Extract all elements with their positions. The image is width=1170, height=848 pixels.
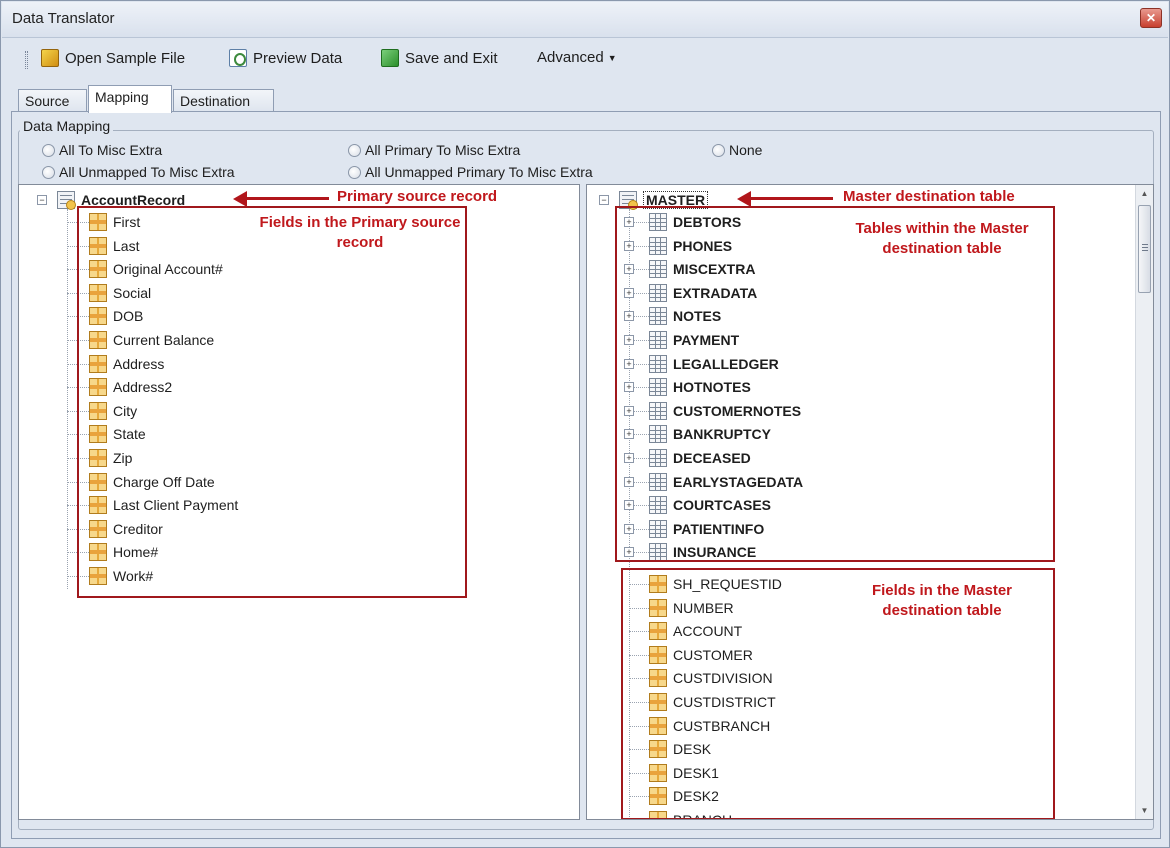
annotation-tables-within: Tables within the Master destination tab… xyxy=(855,220,1029,257)
radio-all-to-misc-extra[interactable]: All To Misc Extra xyxy=(42,142,162,158)
grip-icon xyxy=(1142,244,1148,245)
window-title: Data Translator xyxy=(12,10,115,27)
tab-destination-label: Destination xyxy=(180,93,251,109)
radio-label: All Unmapped To Misc Extra xyxy=(59,164,235,180)
radio-icon xyxy=(348,165,361,179)
close-icon: ✕ xyxy=(1145,11,1157,25)
close-button[interactable]: ✕ xyxy=(1140,8,1162,28)
preview-icon xyxy=(229,49,247,67)
source-fields-highlight xyxy=(77,206,467,598)
annotation-fields-primary: Fields in the Primary source record xyxy=(259,214,461,251)
tables-highlight xyxy=(615,206,1055,562)
save-and-exit-label: Save and Exit xyxy=(405,49,498,67)
record-icon xyxy=(57,191,76,210)
preview-data-label: Preview Data xyxy=(253,49,343,67)
radio-icon xyxy=(712,143,725,157)
collapse-icon[interactable]: − xyxy=(599,195,609,205)
arrow-line xyxy=(749,197,833,200)
arrow-line xyxy=(245,197,329,200)
radio-all-unmapped-to-misc-extra[interactable]: All Unmapped To Misc Extra xyxy=(42,164,235,180)
radio-label: All Unmapped Primary To Misc Extra xyxy=(365,164,593,180)
advanced-label: Advanced xyxy=(537,49,604,66)
title-bar: Data Translator ✕ xyxy=(2,2,1168,38)
destination-tree-pane[interactable]: − MASTER + DEBTORS + PHONES + MISCEXTRA + EXTRA… xyxy=(586,184,1154,820)
save-exit-icon xyxy=(381,49,399,67)
toolbar: Open Sample File Preview Data Save and E… xyxy=(11,45,1159,75)
save-and-exit-button[interactable]: Save and Exit xyxy=(381,49,498,67)
advanced-dropdown[interactable]: Advanced ▼ xyxy=(537,49,617,66)
tab-mapping-label: Mapping xyxy=(95,89,149,105)
scroll-up-arrow-icon[interactable]: ▲ xyxy=(1136,185,1153,202)
tab-mapping[interactable]: Mapping xyxy=(88,85,172,113)
scrollbar-thumb[interactable] xyxy=(1138,205,1151,293)
radio-icon xyxy=(42,143,55,157)
open-folder-icon xyxy=(41,49,59,67)
collapse-icon[interactable]: − xyxy=(37,195,47,205)
radio-label: All To Misc Extra xyxy=(59,142,163,158)
tree-connector xyxy=(67,209,68,589)
mapping-tab-panel: Data Mapping All To Misc Extra All Unmap… xyxy=(11,111,1161,839)
open-sample-file-button[interactable]: Open Sample File xyxy=(41,49,185,67)
scroll-down-arrow-icon[interactable]: ▼ xyxy=(1136,802,1153,819)
data-mapping-legend: Data Mapping xyxy=(20,118,114,134)
radio-label: All Primary To Misc Extra xyxy=(365,142,521,158)
radio-none[interactable]: None xyxy=(712,142,762,158)
chevron-down-icon: ▼ xyxy=(607,52,617,63)
radio-all-unmapped-primary-to-misc-extra[interactable]: All Unmapped Primary To Misc Extra xyxy=(348,164,593,180)
annotation-master-dest: Master destination table xyxy=(843,188,1015,205)
annotation-fields-master: Fields in the Master destination table xyxy=(871,582,1013,619)
tab-source[interactable]: Source xyxy=(18,89,87,113)
radio-icon xyxy=(42,165,55,179)
annotation-primary-source: Primary source record xyxy=(337,188,498,205)
preview-data-button[interactable]: Preview Data xyxy=(229,49,342,67)
radio-label: None xyxy=(729,142,763,158)
toolbar-grip[interactable] xyxy=(25,51,28,69)
radio-all-primary-to-misc-extra[interactable]: All Primary To Misc Extra xyxy=(348,142,520,158)
vertical-scrollbar[interactable]: ▲ ▼ xyxy=(1135,185,1153,819)
radio-icon xyxy=(348,143,361,157)
source-tree-pane[interactable]: − AccountRecord First Last Original Accoun… xyxy=(18,184,580,820)
tab-destination[interactable]: Destination xyxy=(173,89,274,113)
open-sample-file-label: Open Sample File xyxy=(65,49,186,67)
data-translator-window: Data Translator ✕ Open Sample File Previ… xyxy=(0,0,1170,848)
tab-source-label: Source xyxy=(25,93,70,109)
